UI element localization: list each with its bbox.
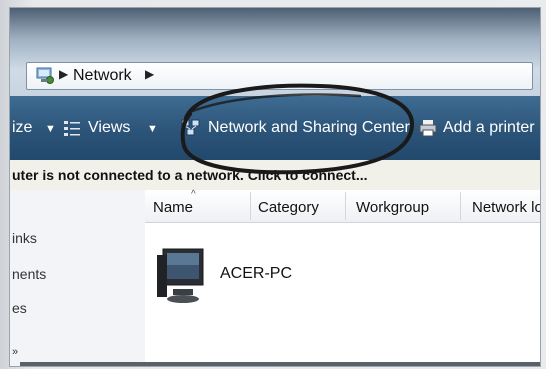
- command-toolbar: ize ▼ Views ▼ Network and Sharing Center: [10, 96, 540, 160]
- address-bar[interactable]: ▶ Network ▶: [26, 62, 533, 90]
- column-header-row: Name ^ Category Workgroup Network lo: [145, 189, 540, 223]
- sort-ascending-icon: ^: [191, 189, 196, 200]
- nav-item-links[interactable]: inks: [12, 230, 37, 246]
- nav-expand-icon[interactable]: »: [12, 346, 18, 358]
- explorer-window: ▶ Network ▶ ize ▼ Views ▼ Network and Sh: [10, 8, 540, 366]
- column-header-network-location[interactable]: Network lo: [472, 199, 540, 216]
- breadcrumb-arrow-icon[interactable]: ▶: [59, 67, 68, 81]
- views-button[interactable]: Views: [88, 119, 130, 137]
- info-bar-message[interactable]: uter is not connected to a network. Clic…: [12, 167, 368, 183]
- window-bottom-edge: [20, 362, 540, 366]
- network-sharing-center-icon[interactable]: [180, 118, 202, 138]
- file-list: ACER-PC: [145, 223, 540, 366]
- column-header-workgroup[interactable]: Workgroup: [356, 199, 429, 216]
- nav-item-documents[interactable]: nents: [12, 266, 46, 282]
- organize-button[interactable]: ize: [12, 119, 32, 137]
- add-printer-button[interactable]: Add a printer: [443, 119, 535, 137]
- views-icon[interactable]: [62, 118, 82, 138]
- breadcrumb-network[interactable]: Network: [73, 67, 132, 85]
- photo-background: ▶ Network ▶ ize ▼ Views ▼ Network and Sh: [0, 0, 546, 369]
- column-divider[interactable]: [460, 192, 461, 220]
- address-bar-area: ▶ Network ▶: [10, 8, 540, 96]
- column-divider[interactable]: [250, 192, 251, 220]
- column-header-name[interactable]: Name: [153, 199, 193, 216]
- breadcrumb-arrow-icon[interactable]: ▶: [145, 67, 154, 81]
- column-header-category[interactable]: Category: [258, 199, 319, 216]
- network-folder-icon: [36, 67, 54, 84]
- views-dropdown-icon[interactable]: ▼: [147, 123, 158, 135]
- column-divider[interactable]: [345, 192, 346, 220]
- nav-item-pictures[interactable]: es: [12, 300, 27, 316]
- printer-icon[interactable]: [417, 118, 439, 138]
- item-name[interactable]: ACER-PC: [220, 265, 292, 283]
- navigation-pane: inks nents es »: [10, 190, 146, 366]
- computer-icon: [157, 248, 204, 303]
- organize-dropdown-icon[interactable]: ▼: [45, 123, 56, 135]
- network-sharing-center-button[interactable]: Network and Sharing Center: [208, 119, 410, 137]
- network-info-bar[interactable]: uter is not connected to a network. Clic…: [10, 160, 540, 191]
